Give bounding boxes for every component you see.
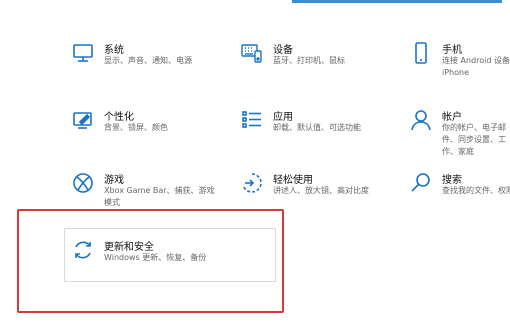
tile-description: 连接 Android 设备和 iPhone	[442, 56, 510, 77]
tile-title: 设备	[273, 45, 293, 56]
tile-title: 轻松使用	[273, 175, 313, 186]
tile-description: 你的帐户、电子邮件、同步设置、工作、家庭	[442, 123, 506, 156]
phone-icon	[410, 42, 432, 64]
person-icon	[410, 109, 432, 131]
tile-description: 背景、锁屏、颜色	[104, 123, 168, 132]
tile-title: 手机	[442, 45, 462, 56]
tile-title: 游戏	[104, 175, 124, 186]
tile-title: 系统	[104, 45, 124, 56]
ease-of-access-icon	[241, 172, 263, 194]
apps-list-icon	[241, 109, 263, 131]
tile-accounts[interactable]: 帐户 你的帐户、电子邮件、同步设置、工作、家庭	[410, 109, 510, 165]
tile-devices[interactable]: 设备 蓝牙、打印机、鼠标	[241, 42, 391, 98]
search-icon	[410, 172, 432, 194]
tile-title: 帐户	[442, 112, 462, 123]
monitor-icon	[72, 42, 94, 64]
search-box-underline	[292, 0, 502, 3]
annotation-highlight-rectangle	[17, 209, 284, 313]
tile-description: 显示、声音、通知、电源	[104, 56, 192, 65]
tile-description: 卸载、默认值、可选功能	[273, 123, 361, 132]
personalize-icon	[72, 109, 94, 131]
tile-description: 查找我的文件、权限	[442, 186, 510, 195]
xbox-icon	[72, 172, 94, 194]
tile-phone[interactable]: 手机 连接 Android 设备和 iPhone	[410, 42, 510, 98]
tile-description: 讲述人、放大镜、高对比度	[273, 186, 369, 195]
tile-title: 应用	[273, 112, 293, 123]
tile-personalization[interactable]: 个性化 背景、锁屏、颜色	[72, 109, 212, 165]
tile-title: 搜索	[442, 175, 462, 186]
tile-system[interactable]: 系统 显示、声音、通知、电源	[72, 42, 212, 98]
tile-description: Xbox Game Bar、捕获、游戏模式	[104, 186, 215, 207]
tile-search[interactable]: 搜索 查找我的文件、权限	[410, 172, 510, 228]
tile-description: 蓝牙、打印机、鼠标	[273, 56, 345, 65]
tile-apps[interactable]: 应用 卸载、默认值、可选功能	[241, 109, 391, 165]
tile-title: 个性化	[104, 112, 134, 123]
keyboard-icon	[241, 42, 263, 64]
